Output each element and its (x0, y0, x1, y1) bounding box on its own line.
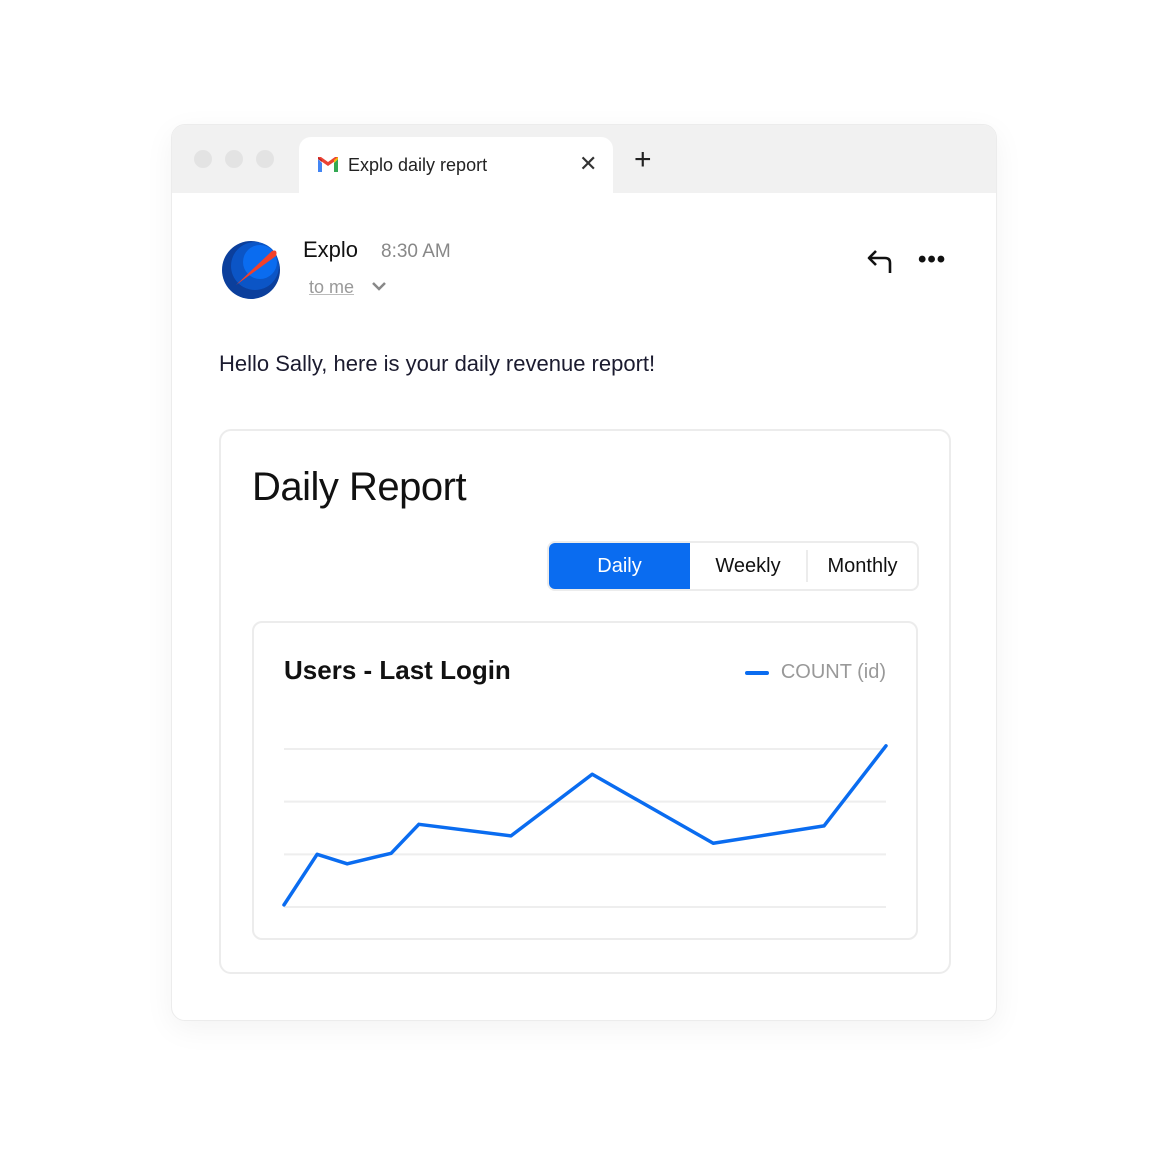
email-greeting: Hello Sally, here is your daily revenue … (219, 351, 656, 376)
report-title: Daily Report (252, 465, 467, 509)
period-toggle: Daily Weekly Monthly (547, 541, 919, 591)
period-weekly-button[interactable]: Weekly (690, 543, 806, 589)
window-close-dot[interactable] (194, 150, 212, 168)
series-line (282, 744, 888, 907)
data-point (345, 862, 349, 866)
legend-label: COUNT (id) (780, 661, 886, 683)
close-icon[interactable]: ✕ (579, 151, 597, 177)
more-icon[interactable]: ••• (918, 248, 946, 272)
data-point (509, 834, 513, 838)
data-point (389, 851, 393, 855)
tab-title: Explo daily report (348, 155, 488, 175)
plus-icon[interactable]: + (634, 145, 652, 175)
window-minimize-dot[interactable] (225, 150, 243, 168)
chart-card: Users - Last Login COUNT (id) (252, 621, 918, 940)
gmail-icon (318, 157, 338, 172)
recipient-link[interactable]: to me (309, 277, 354, 298)
data-point (417, 822, 421, 826)
tab-bar: Explo daily report ✕ + (172, 125, 996, 193)
sender-name: Explo (303, 237, 359, 262)
chevron-down-icon[interactable] (370, 279, 388, 293)
data-point (315, 852, 319, 856)
chart-legend: COUNT (id) (744, 661, 886, 684)
data-point (711, 841, 715, 845)
chart-title: Users - Last Login (284, 655, 511, 685)
window-maximize-dot[interactable] (256, 150, 274, 168)
data-point (590, 772, 594, 776)
data-point (282, 903, 286, 907)
period-daily-button[interactable]: Daily (549, 543, 690, 589)
legend-swatch (744, 670, 769, 675)
data-point (822, 824, 826, 828)
period-monthly-button[interactable]: Monthly (808, 543, 917, 589)
browser-tab[interactable]: Explo daily report ✕ (299, 137, 613, 193)
reply-icon[interactable] (866, 247, 896, 275)
sender-avatar (222, 241, 280, 299)
report-card: Daily Report Daily Weekly Monthly Users … (219, 429, 951, 974)
email-time: 8:30 AM (381, 241, 451, 262)
data-point (884, 744, 888, 748)
browser-window: Explo daily report ✕ + Explo 8:30 AM to … (171, 124, 997, 1021)
